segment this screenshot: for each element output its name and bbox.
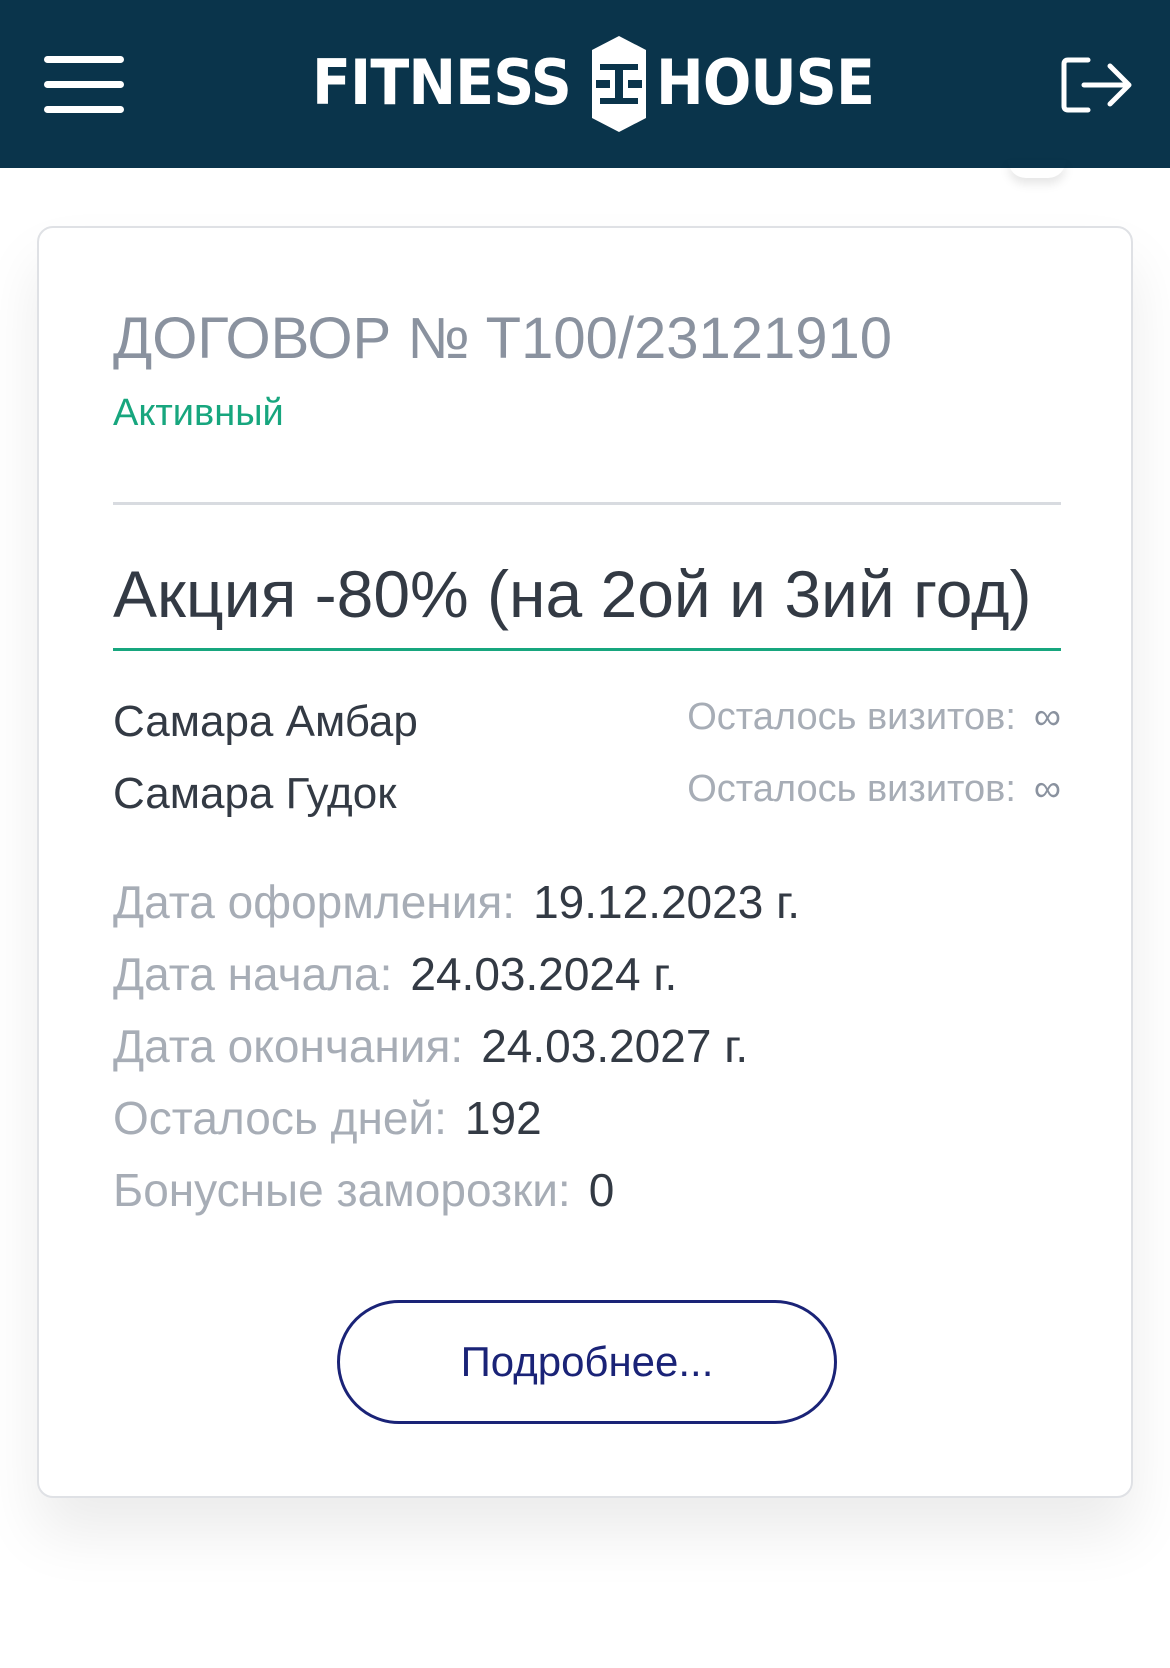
club-visits: Осталось визитов: ∞ xyxy=(687,766,1061,812)
logout-icon[interactable] xyxy=(1060,56,1134,114)
issue-date-value: 19.12.2023 г. xyxy=(533,876,801,928)
start-date-label: Дата начала: xyxy=(113,948,393,1000)
divider xyxy=(113,502,1061,505)
days-left-value: 192 xyxy=(464,1092,542,1144)
start-date-row: Дата начала: 24.03.2024 г. xyxy=(113,946,677,1002)
end-date-label: Дата окончания: xyxy=(113,1020,464,1072)
club-name: Самара Гудок xyxy=(113,769,397,818)
contract-status: Активный xyxy=(113,392,284,434)
dumbbell-logo-icon xyxy=(592,36,646,132)
visits-label: Осталось визитов: xyxy=(687,768,1016,810)
contract-title: ДОГОВОР № Т100/23121910 xyxy=(113,306,893,371)
end-date-value: 24.03.2027 г. xyxy=(481,1020,749,1072)
contract-card: ДОГОВОР № Т100/23121910 Активный Акция -… xyxy=(37,226,1133,1498)
visits-value: ∞ xyxy=(1033,768,1061,810)
menu-line xyxy=(44,106,124,113)
issue-date-row: Дата оформления: 19.12.2023 г. xyxy=(113,874,800,930)
menu-line xyxy=(44,81,124,88)
issue-date-label: Дата оформления: xyxy=(113,876,516,928)
bonus-freezes-row: Бонусные заморозки: 0 xyxy=(113,1162,614,1218)
offer-name: Акция -80% (на 2ой и 3ий год) xyxy=(113,557,1032,631)
logo-text-right: HOUSE xyxy=(656,46,875,119)
days-left-row: Осталось дней: 192 xyxy=(113,1090,542,1146)
bonus-freezes-label: Бонусные заморозки: xyxy=(113,1164,571,1216)
club-row: Самара Амбар Осталось визитов: ∞ xyxy=(113,690,1061,750)
fitness-house-logo[interactable]: FITNESS HOUSE xyxy=(312,34,884,134)
club-name: Самара Амбар xyxy=(113,697,418,746)
club-visits: Осталось визитов: ∞ xyxy=(687,694,1061,740)
visits-value: ∞ xyxy=(1033,696,1061,738)
logo-text-left: FITNESS xyxy=(312,46,572,119)
visits-label: Осталось визитов: xyxy=(687,696,1016,738)
app-header: FITNESS HOUSE xyxy=(0,0,1170,168)
bonus-freezes-value: 0 xyxy=(588,1164,615,1216)
start-date-value: 24.03.2024 г. xyxy=(410,948,678,1000)
hamburger-menu-icon[interactable] xyxy=(44,56,124,113)
club-row: Самара Гудок Осталось визитов: ∞ xyxy=(113,762,1061,822)
end-date-row: Дата окончания: 24.03.2027 г. xyxy=(113,1018,748,1074)
menu-line xyxy=(44,56,124,63)
days-left-label: Осталось дней: xyxy=(113,1092,447,1144)
scroll-hint xyxy=(1008,160,1066,178)
details-button[interactable]: Подробнее... xyxy=(337,1300,837,1424)
offer-underline xyxy=(113,648,1061,651)
